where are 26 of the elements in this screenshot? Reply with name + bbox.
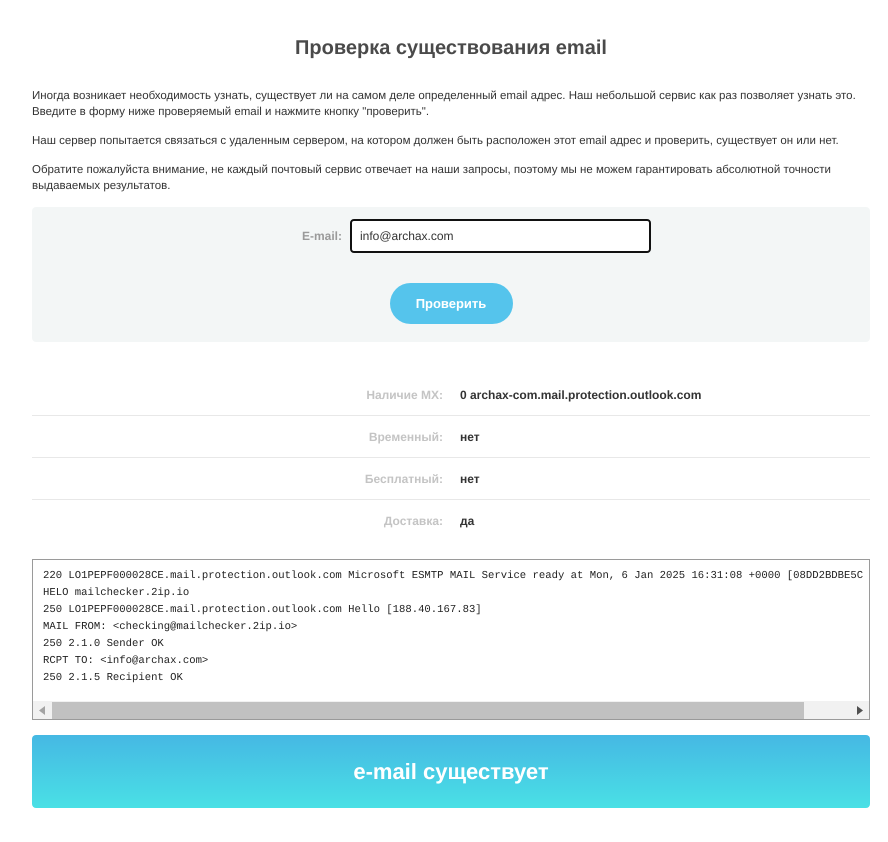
intro-paragraph: Иногда возникает необходимость узнать, существует ли на самом деле определенный email адрес. Наш небольшой сервис как раз позволяет узнать это. Введите в форму ниже проверяемый email и нажмите кнопку "проверить". (32, 89, 857, 120)
result-value: 0 archax-com.mail.protection.outlook.com (460, 388, 702, 402)
scrollbar-thumb[interactable] (52, 702, 804, 718)
horizontal-scrollbar[interactable] (33, 701, 869, 719)
right-arrow-icon[interactable] (857, 706, 863, 714)
result-label: Доставка: (384, 514, 443, 528)
page-title: Проверка существования email (295, 36, 607, 60)
email-field[interactable]: info@archax.com (350, 219, 651, 253)
left-arrow-icon[interactable] (39, 706, 45, 714)
log-line: 220 LO1PEPF000028CE.mail.protection.outlook.com Microsoft ESMTP MAIL Service ready at Mon, 6 Jan 2025 16:31:08 +0000 [08DD2BDBE5C (43, 569, 864, 584)
result-value: нет (460, 430, 480, 444)
intro-paragraph: Обратите пожалуйста внимание, не каждый почтовый сервис отвечает на наши запросы, поэтому мы не можем гарантировать абсолютной точности выдаваемых результатов. (32, 163, 832, 194)
log-line: 250 2.1.0 Sender OK (43, 637, 164, 652)
log-line: MAIL FROM: <checking@mailchecker.2ip.io> (43, 620, 298, 635)
intro-paragraph: Наш сервер попытается связаться с удаленным сервером, на котором должен быть расположен этот email адрес и проверить, существует он или нет. (32, 134, 840, 149)
email-label: E-mail: (302, 229, 342, 243)
result-label: Наличие MX: (366, 388, 443, 402)
log-line: 250 LO1PEPF000028CE.mail.protection.outlook.com Hello [188.40.167.83] (43, 603, 482, 618)
log-line: HELO mailchecker.2ip.io (43, 586, 190, 601)
log-line: RCPT TO: <info@archax.com> (43, 654, 208, 669)
result-value: нет (460, 472, 480, 486)
verdict-banner: e-mail существует (32, 735, 870, 808)
result-label: Временный: (368, 430, 443, 444)
result-label: Бесплатный: (364, 472, 443, 486)
result-value: да (460, 514, 474, 528)
log-line: 250 2.1.5 Recipient OK (43, 671, 183, 686)
